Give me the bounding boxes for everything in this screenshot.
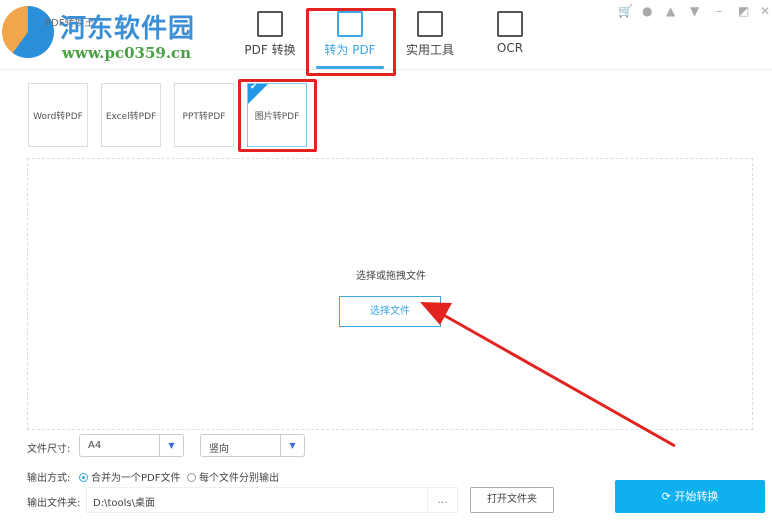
orientation-select[interactable]: 竖向 ▼ (200, 434, 305, 457)
radio-checked-icon (79, 473, 88, 482)
chevron-down-icon: ▼ (280, 435, 304, 456)
radio-unchecked-icon (187, 473, 196, 482)
open-folder-button[interactable]: 打开文件夹 (470, 487, 554, 513)
refresh-icon: ⟳ (661, 490, 675, 503)
folder-label: 输出文件夹: (27, 498, 81, 509)
radio-separate[interactable]: 每个文件分别输出 (187, 469, 279, 484)
chevron-down-icon: ▼ (159, 435, 183, 456)
radio-merge[interactable]: 合并为一个PDF文件 (79, 469, 180, 484)
size-label: 文件尺寸: (27, 444, 71, 455)
output-mode-label: 输出方式: (27, 473, 71, 484)
start-convert-button[interactable]: ⟳ 开始转换 (615, 480, 765, 513)
size-select[interactable]: A4 ▼ (79, 434, 184, 457)
folder-input[interactable]: D:\tools\桌面... (86, 487, 458, 513)
browse-button[interactable]: ... (427, 488, 457, 512)
